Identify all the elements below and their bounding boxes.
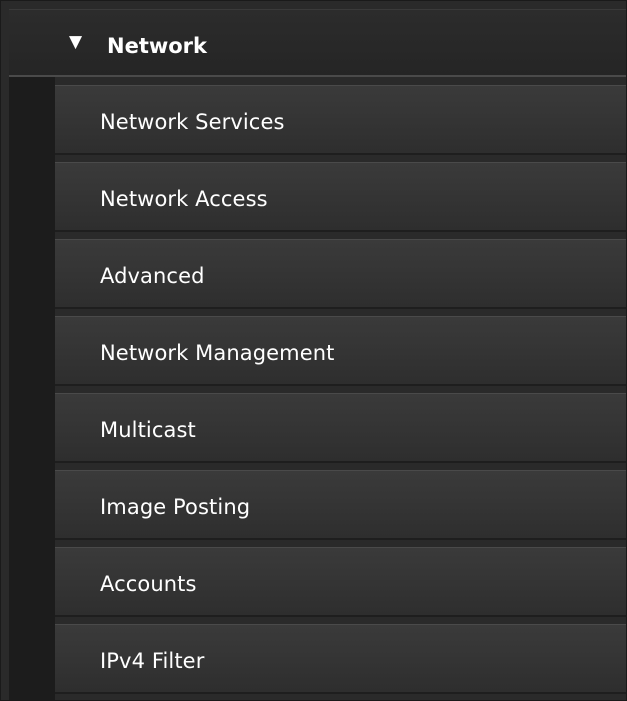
settings-nav-panel: ▼ Network Network Services Network Acces… bbox=[0, 0, 627, 701]
menu-item-label: Image Posting bbox=[100, 495, 251, 519]
menu-item-network-services[interactable]: Network Services bbox=[55, 85, 626, 155]
menu-item-label: Accounts bbox=[100, 572, 197, 596]
menu-item-network-access[interactable]: Network Access bbox=[55, 162, 626, 232]
menu-item-network-management[interactable]: Network Management bbox=[55, 316, 626, 386]
menu-item-image-posting[interactable]: Image Posting bbox=[55, 470, 626, 540]
submenu-indent-gutter bbox=[9, 77, 55, 700]
menu-item-ipv4-filter[interactable]: IPv4 Filter bbox=[55, 624, 626, 694]
menu-item-label: Network Services bbox=[100, 110, 285, 134]
caret-down-icon: ▼ bbox=[69, 32, 83, 52]
menu-item-multicast[interactable]: Multicast bbox=[55, 393, 626, 463]
network-submenu: Network Services Network Access Advanced… bbox=[55, 85, 626, 700]
menu-item-label: IPv4 Filter bbox=[100, 649, 205, 673]
menu-item-label: Network Access bbox=[100, 187, 268, 211]
menu-item-label: Advanced bbox=[100, 264, 205, 288]
menu-item-label: Network Management bbox=[100, 341, 335, 365]
network-section-header[interactable]: ▼ Network bbox=[9, 9, 626, 77]
menu-item-accounts[interactable]: Accounts bbox=[55, 547, 626, 617]
menu-item-advanced[interactable]: Advanced bbox=[55, 239, 626, 309]
menu-item-label: Multicast bbox=[100, 418, 196, 442]
section-title: Network bbox=[107, 34, 208, 58]
